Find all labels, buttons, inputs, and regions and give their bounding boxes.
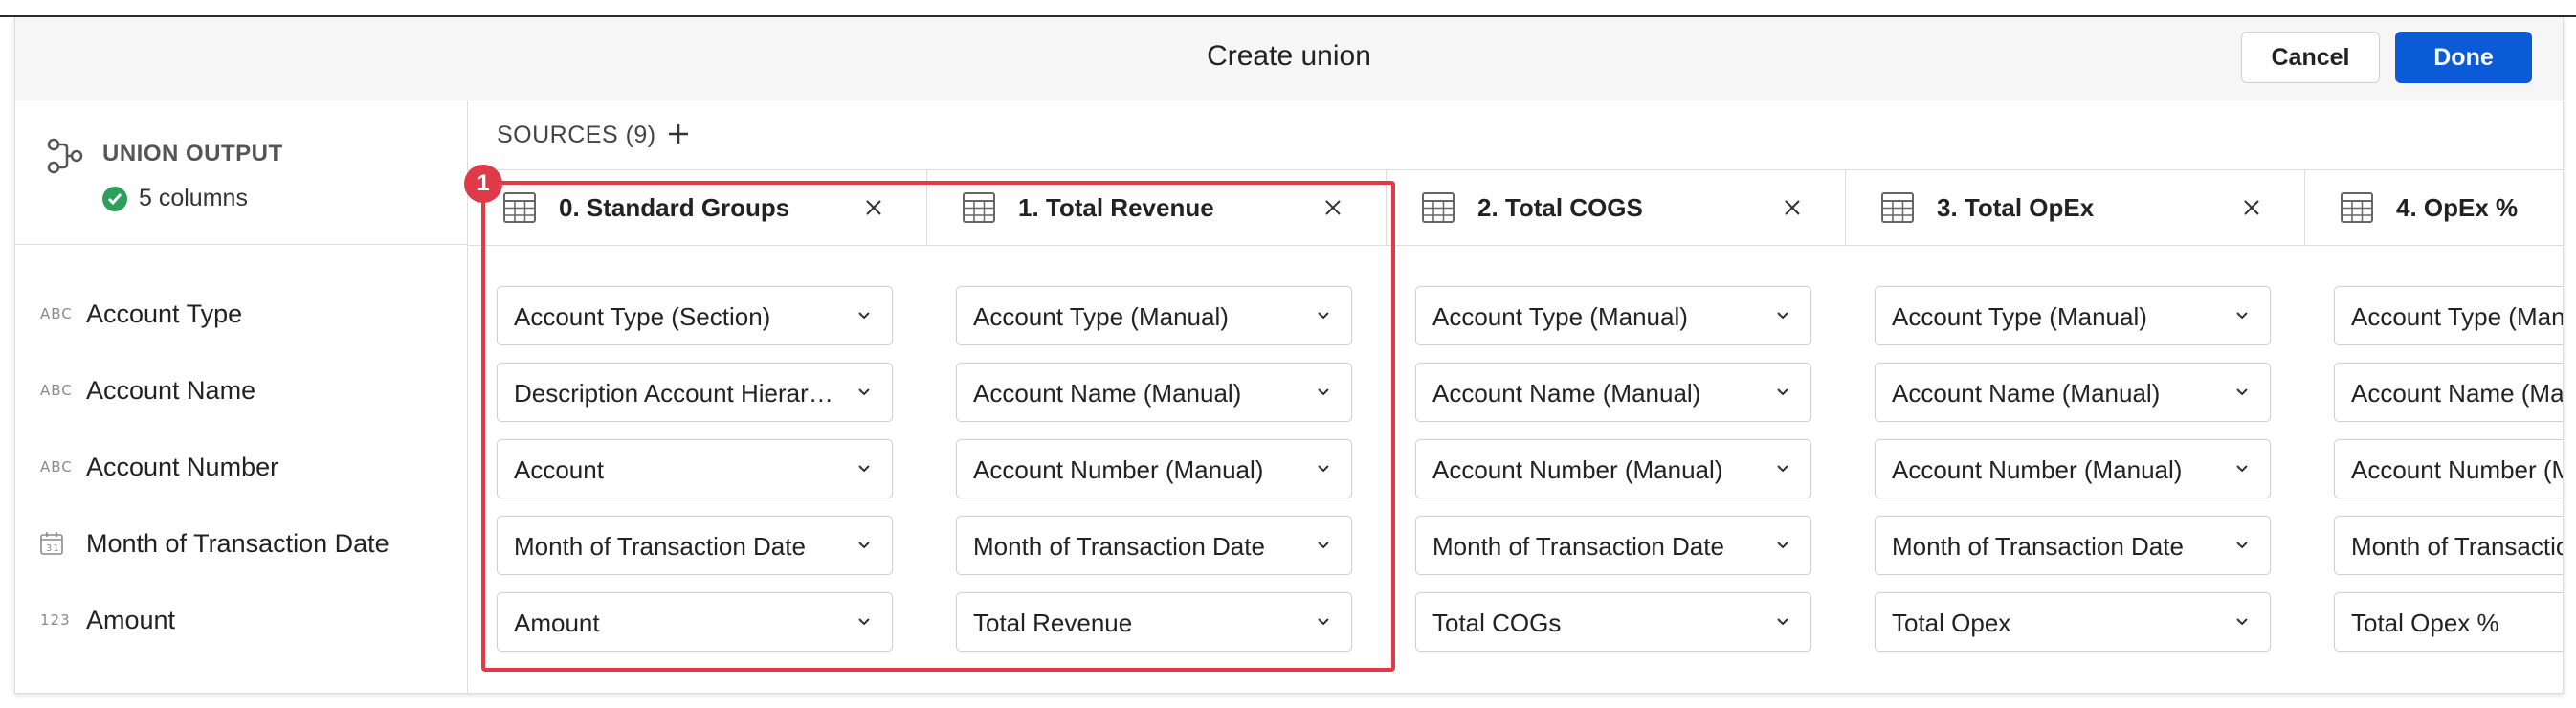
column-mapping-select[interactable]: Total COGs [1415, 592, 1811, 652]
column-mapping-select[interactable]: Account Name (Manual) [2334, 363, 2563, 422]
remove-source-icon[interactable] [1783, 198, 1802, 217]
field-row[interactable]: 123 Amount [15, 582, 467, 658]
chevron-down-icon [1777, 312, 1788, 320]
column-mapping-select[interactable]: Total Opex % [2334, 592, 2563, 652]
add-source-icon[interactable] [664, 120, 693, 148]
union-output-panel: UNION OUTPUT 5 columns ABC Account Type … [15, 100, 468, 693]
select-value: Account Number (Manual) [2351, 455, 2563, 484]
text-type-icon: ABC [40, 458, 73, 476]
cancel-button[interactable]: Cancel [2241, 32, 2380, 83]
source-column-header: 3. Total OpEx [1846, 170, 2305, 245]
chevron-down-icon [2236, 312, 2248, 320]
annotation-highlight-box [481, 181, 1395, 672]
select-value: Account Number (Manual) [1432, 455, 1723, 484]
field-name: Account Type [86, 299, 243, 328]
done-button[interactable]: Done [2395, 32, 2532, 83]
column-mapping-select[interactable]: Total Opex [1875, 592, 2271, 652]
column-mapping-select[interactable]: Month of Transaction Date [1875, 516, 2271, 575]
chevron-down-icon [2236, 542, 2248, 549]
dialog-header: Create union Cancel Done [15, 17, 2563, 100]
source-title: 3. Total OpEx [1937, 193, 2095, 222]
select-value: Total Opex % [2351, 608, 2499, 637]
source-title: 2. Total COGS [1477, 193, 1643, 222]
field-row[interactable]: ABC Account Type [15, 276, 467, 352]
column-count-text: 5 columns [139, 185, 248, 211]
annotation-badge: 1 [464, 165, 502, 203]
column-mapping-select[interactable]: Account Name (Manual) [1875, 363, 2271, 422]
column-mapping-select[interactable]: Account Name (Manual) [1415, 363, 1811, 422]
select-value: Month of Transaction Date [2351, 532, 2563, 561]
field-name: Month of Transaction Date [86, 528, 389, 558]
sources-label: SOURCES (9) [497, 122, 656, 148]
select-value: Account Type (Manual) [1892, 302, 2147, 331]
table-icon [1881, 192, 1914, 223]
table-icon [1422, 192, 1455, 223]
field-name: Amount [86, 605, 176, 634]
chevron-down-icon [2236, 465, 2248, 473]
select-value: Account Name (Manual) [1432, 379, 1701, 408]
text-type-icon: ABC [40, 382, 73, 399]
remove-source-icon[interactable] [2242, 198, 2261, 217]
column-mapping-select[interactable]: Account Type (Manual) [1415, 286, 1811, 345]
source-title: 4. OpEx % [2396, 193, 2519, 222]
select-value: Month of Transaction Date [1432, 532, 1724, 561]
select-value: Total Opex [1892, 608, 2011, 637]
select-value: Month of Transaction Date [1892, 532, 2184, 561]
field-row[interactable]: 31 Month of Transaction Date [15, 505, 467, 582]
column-mapping-select[interactable]: Account Number (Manual) [2334, 439, 2563, 498]
union-icon [47, 138, 83, 174]
select-value: Account Name (Manual) [2351, 379, 2563, 408]
union-output-header: UNION OUTPUT 5 columns [15, 100, 467, 245]
field-row[interactable]: ABC Account Number [15, 429, 467, 505]
text-type-icon: ABC [40, 305, 73, 322]
number-type-icon: 123 [40, 611, 71, 629]
table-icon [2341, 192, 2373, 223]
select-value: Account Type (Manual) [1432, 302, 1688, 331]
select-value: Account Type (Manual) [2351, 302, 2563, 331]
select-value: Account Name (Manual) [1892, 379, 2161, 408]
chevron-down-icon [2236, 618, 2248, 626]
column-mapping-select[interactable]: Account Number (Manual) [1875, 439, 2271, 498]
chevron-down-icon [1777, 388, 1788, 396]
column-mapping-select[interactable]: Month of Transaction Date [2334, 516, 2563, 575]
column-mapping-select[interactable]: Month of Transaction Date [1415, 516, 1811, 575]
column-mapping-select[interactable]: Account Type (Manual) [2334, 286, 2563, 345]
check-circle-icon [102, 186, 127, 211]
field-name: Account Number [86, 452, 279, 481]
dialog-title: Create union [1207, 40, 1371, 72]
select-value: Total COGs [1432, 608, 1562, 637]
chevron-down-icon [2236, 388, 2248, 396]
svg-text:31: 31 [46, 543, 60, 554]
column-mapping-select[interactable]: Account Type (Manual) [1875, 286, 2271, 345]
chevron-down-icon [1777, 618, 1788, 626]
calendar-icon: 31 [40, 532, 63, 555]
column-mapping-select[interactable]: Account Number (Manual) [1415, 439, 1811, 498]
union-output-label: UNION OUTPUT [102, 141, 283, 166]
create-union-dialog: Create union Cancel Done UNION OUTPUT 5 … [14, 17, 2564, 694]
source-column-header: 2. Total COGS [1387, 170, 1846, 245]
field-name: Account Name [86, 375, 256, 405]
source-column-header: 4. OpEx % [2305, 170, 2563, 245]
column-count: 5 columns [102, 185, 248, 212]
select-value: Account Number (Manual) [1892, 455, 2183, 484]
chevron-down-icon [1777, 465, 1788, 473]
field-row[interactable]: ABC Account Name [15, 352, 467, 429]
chevron-down-icon [1777, 542, 1788, 549]
